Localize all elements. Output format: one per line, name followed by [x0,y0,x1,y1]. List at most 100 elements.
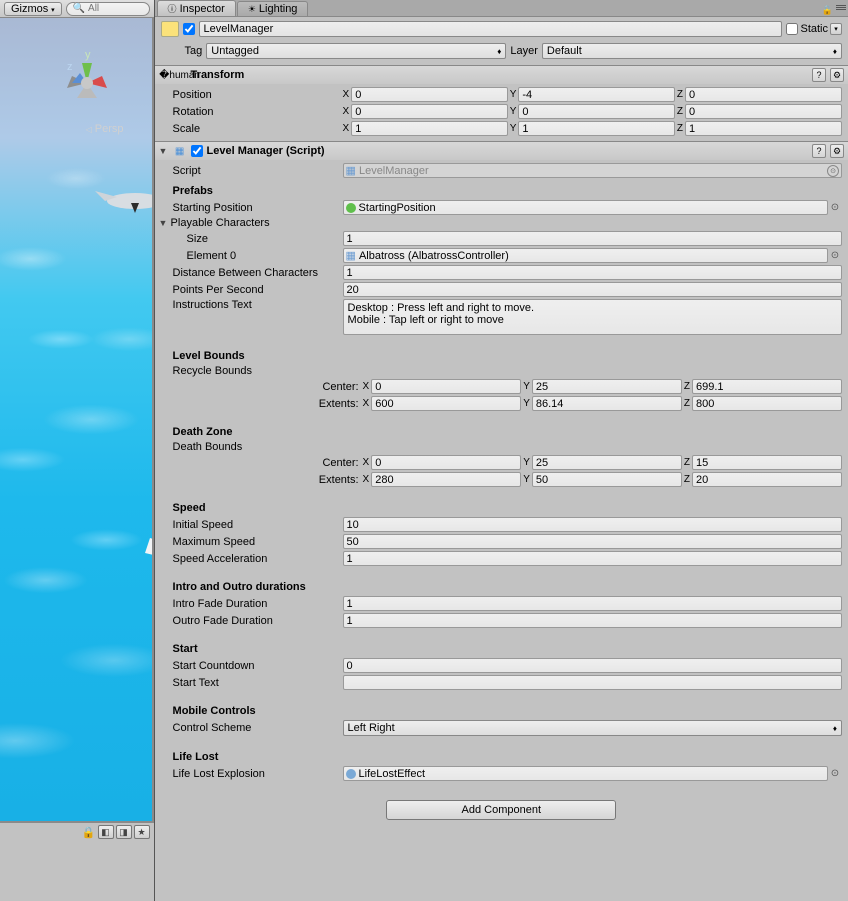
gameobject-icon[interactable] [161,21,179,37]
bird-far [95,173,154,223]
tab-inspector[interactable]: ⓘ Inspector [157,0,236,16]
control-scheme-label: Control Scheme [173,722,343,734]
inspector-lock-icon[interactable]: 🔒 [822,5,833,16]
static-label: Static [800,23,828,35]
lm-enabled-checkbox[interactable] [191,145,203,157]
orientation-gizmo[interactable]: y z [52,48,122,118]
recycle-center-x-input[interactable] [371,379,521,394]
scale-z-input[interactable] [685,121,842,136]
rotation-z-input[interactable] [685,104,842,119]
control-scheme-dropdown[interactable]: Left Right♦ [343,720,842,736]
start-text-input[interactable] [343,675,842,690]
gizmos-dropdown[interactable]: Gizmos ▾ [4,2,62,16]
prefab-dot-icon [346,769,356,779]
position-label: Position [173,89,343,101]
speed-header: Speed [173,488,842,516]
start-countdown-label: Start Countdown [173,660,343,672]
transform-help-icon[interactable]: ? [812,68,826,82]
outro-fade-input[interactable] [343,613,842,628]
death-extents-x-input[interactable] [371,472,521,487]
starting-position-label: Starting Position [173,202,343,214]
lm-title: Level Manager (Script) [207,145,808,157]
rotation-x-input[interactable] [351,104,507,119]
outro-fade-label: Outro Fade Duration [173,615,343,627]
gameobject-dot-icon [346,203,356,213]
life-lost-field[interactable]: LifeLostEffect [343,766,828,781]
instructions-textarea[interactable]: Desktop : Press left and right to move. … [343,299,842,335]
starting-position-field[interactable]: StartingPosition [343,200,828,215]
lm-gear-icon[interactable]: ⚙ [830,144,844,158]
position-z-input[interactable] [685,87,842,102]
life-lost-header: Life Lost [173,737,842,765]
panel-icon-3[interactable]: ★ [134,825,150,839]
tag-dropdown[interactable]: Untagged♦ [206,43,506,59]
instructions-label: Instructions Text [173,299,343,311]
element0-field[interactable]: ▦ Albatross (AlbatrossController) [343,248,828,263]
static-dropdown[interactable]: ▾ [830,23,842,35]
svg-text:y: y [85,49,91,61]
accel-input[interactable] [343,551,842,566]
script-icon: ▦ [173,144,187,158]
extents-label: Extents: [313,398,363,410]
scale-x-input[interactable] [351,121,507,136]
lock-icon[interactable]: 🔒 [84,826,94,838]
starting-position-picker-icon[interactable]: ⊙ [828,202,842,213]
initial-speed-input[interactable] [343,517,842,532]
recycle-center-y-input[interactable] [532,379,682,394]
scene-toolbar: Gizmos ▾ 🔍 [0,0,154,18]
sun-icon: ☀ [248,4,256,15]
points-input[interactable] [343,282,842,297]
scale-label: Scale [173,123,343,135]
element0-picker-icon[interactable]: ⊙ [828,250,842,261]
inspector-menu-icon[interactable] [836,5,846,16]
script-picker-icon[interactable] [827,165,839,177]
tab-lighting[interactable]: ☀ Lighting [237,1,309,16]
panel-icon-2[interactable]: ◨ [116,825,132,839]
intro-outro-header: Intro and Outro durations [173,567,842,595]
start-text-label: Start Text [173,677,343,689]
gameobject-active-checkbox[interactable] [183,23,195,35]
death-center-z-input[interactable] [692,455,842,470]
recycle-extents-y-input[interactable] [532,396,682,411]
start-countdown-input[interactable] [343,658,842,673]
max-speed-label: Maximum Speed [173,536,343,548]
playable-chars-foldout[interactable]: ▼ [159,218,171,228]
panel-icon-1[interactable]: ◧ [98,825,114,839]
transform-gear-icon[interactable]: ⚙ [830,68,844,82]
transform-title: Transform [191,69,808,81]
script-file-icon: ▦ [346,164,356,177]
death-extents-z-input[interactable] [692,472,842,487]
position-x-input[interactable] [351,87,507,102]
gameobject-name-input[interactable] [199,21,783,37]
lm-foldout[interactable]: ▼ [159,146,169,156]
death-extents-y-input[interactable] [532,472,682,487]
rotation-y-input[interactable] [518,104,674,119]
layer-label: Layer [510,45,538,57]
distance-label: Distance Between Characters [173,267,343,279]
add-component-button[interactable]: Add Component [386,800,616,820]
death-center-x-input[interactable] [371,455,521,470]
static-checkbox[interactable] [786,23,798,35]
script-field: ▦ LevelManager [343,163,842,178]
intro-fade-input[interactable] [343,596,842,611]
max-speed-input[interactable] [343,534,842,549]
scale-y-input[interactable] [518,121,674,136]
recycle-bounds-label: Recycle Bounds [173,364,842,378]
life-lost-picker-icon[interactable]: ⊙ [828,768,842,779]
recycle-extents-z-input[interactable] [692,396,842,411]
scene-search[interactable]: 🔍 [66,2,150,16]
death-center-y-input[interactable] [532,455,682,470]
scene-viewport[interactable]: y z ◁ Persp [0,18,154,821]
scene-search-input[interactable] [88,3,143,14]
distance-input[interactable] [343,265,842,280]
recycle-center-z-input[interactable] [692,379,842,394]
recycle-extents-x-input[interactable] [371,396,521,411]
lm-help-icon[interactable]: ? [812,144,826,158]
death-zone-header: Death Zone [173,412,842,440]
prefabs-header: Prefabs [173,179,842,199]
layer-dropdown[interactable]: Default♦ [542,43,842,59]
accel-label: Speed Acceleration [173,553,343,565]
intro-fade-label: Intro Fade Duration [173,598,343,610]
size-input[interactable] [343,231,842,246]
position-y-input[interactable] [518,87,674,102]
